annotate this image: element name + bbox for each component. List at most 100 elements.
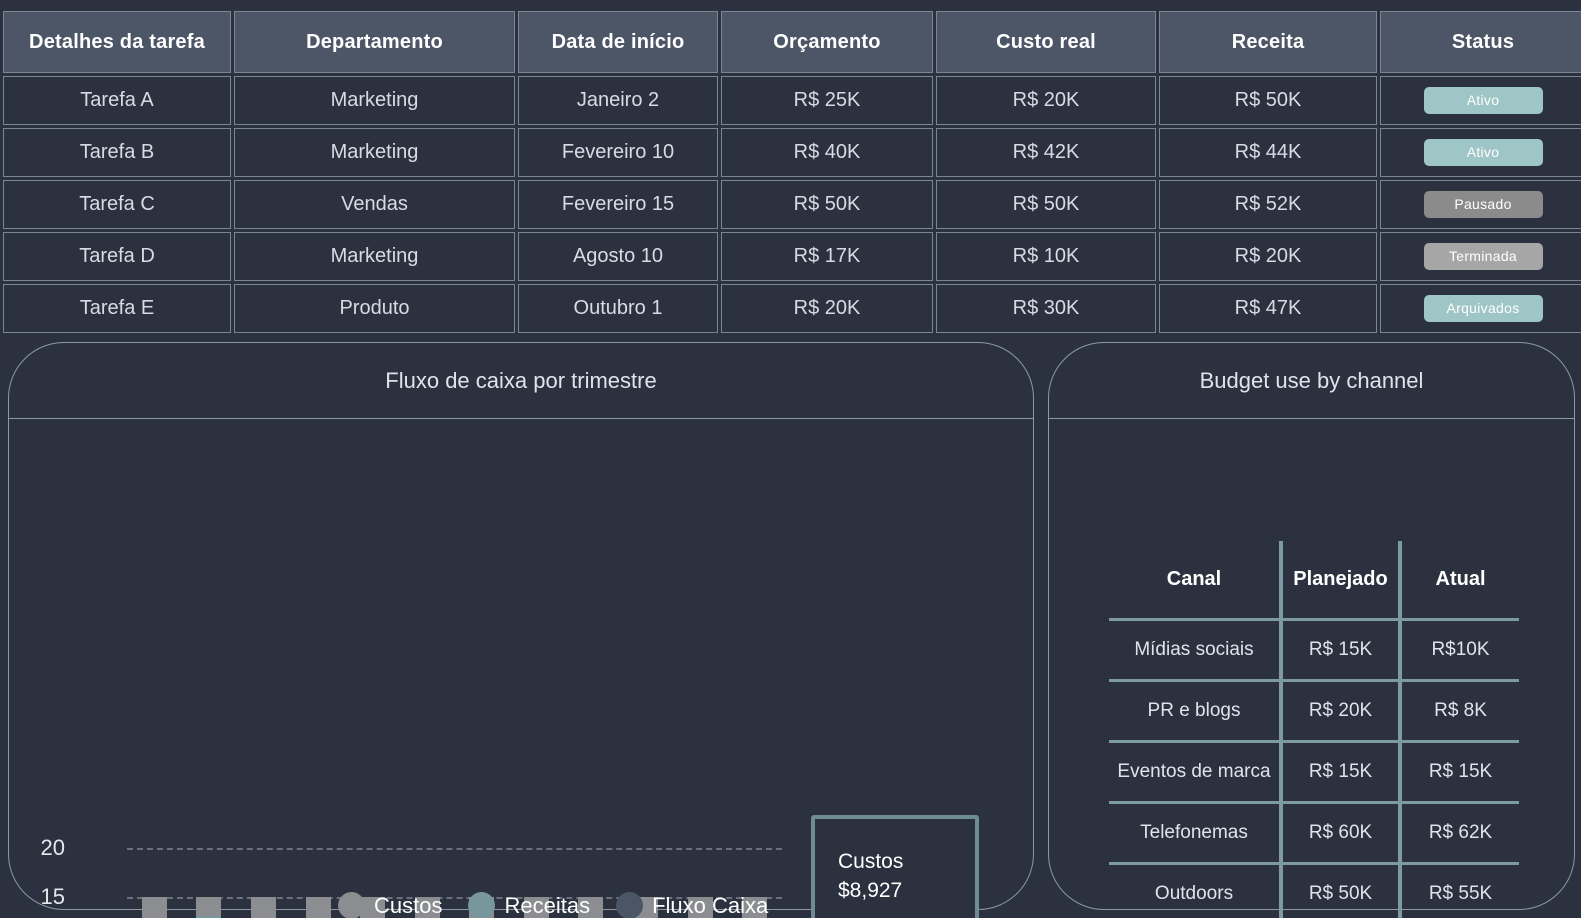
cell-start-date: Outubro 1 bbox=[518, 284, 718, 333]
budget-table: Canal Planejado Atual Mídias sociais R$ 1… bbox=[1109, 541, 1519, 918]
cell-revenue: R$ 44K bbox=[1159, 128, 1377, 177]
stat-box[interactable]: Custos $8,927 bbox=[811, 815, 979, 918]
table-row[interactable]: Tarefa A Marketing Janeiro 2 R$ 25K R$ 20K R$… bbox=[3, 76, 1581, 125]
task-header-departamento[interactable]: Departamento bbox=[234, 11, 515, 73]
cell-status: Terminada bbox=[1380, 232, 1581, 281]
budget-cell-actual: R$ 55K bbox=[1398, 863, 1519, 918]
budget-row[interactable]: Outdoors R$ 50K R$ 55K bbox=[1109, 863, 1519, 918]
y-axis-tick: 15 bbox=[40, 884, 65, 909]
chart-bar[interactable] bbox=[250, 897, 276, 918]
task-header-data-inicio[interactable]: Data de início bbox=[518, 11, 718, 73]
status-badge[interactable]: Ativo bbox=[1423, 87, 1543, 114]
status-badge[interactable]: Terminada bbox=[1423, 243, 1543, 270]
cell-status: Ativo bbox=[1380, 76, 1581, 125]
budget-cell-actual: R$ 8K bbox=[1398, 680, 1519, 743]
cell-department: Produto bbox=[234, 284, 515, 333]
cell-revenue: R$ 50K bbox=[1159, 76, 1377, 125]
budget-panel-title: Budget use by channel bbox=[1049, 343, 1574, 419]
task-table: Detalhes da tarefa Departamento Data de … bbox=[0, 8, 1581, 336]
budget-row[interactable]: Telefonemas R$ 60K R$ 62K bbox=[1109, 802, 1519, 865]
cell-department: Marketing bbox=[234, 128, 515, 177]
cash-flow-panel-title: Fluxo de caixa por trimestre bbox=[9, 343, 1033, 419]
legend-swatch-icon bbox=[468, 892, 496, 918]
cell-department: Marketing bbox=[234, 76, 515, 125]
cell-status: Pausado bbox=[1380, 180, 1581, 229]
cell-task: Tarefa A bbox=[3, 76, 231, 125]
table-row[interactable]: Tarefa D Marketing Agosto 10 R$ 17K R$ 10K R$… bbox=[3, 232, 1581, 281]
budget-cell-channel: Eventos de marca bbox=[1109, 741, 1281, 804]
bar-segment-costs-top bbox=[305, 897, 331, 918]
bar-segment-costs-top bbox=[196, 897, 222, 917]
cell-start-date: Fevereiro 15 bbox=[518, 180, 718, 229]
cell-start-date: Agosto 10 bbox=[518, 232, 718, 281]
cell-revenue: R$ 47K bbox=[1159, 284, 1377, 333]
task-header-orcamento[interactable]: Orçamento bbox=[721, 11, 933, 73]
budget-cell-planned: R$ 15K bbox=[1279, 741, 1400, 804]
status-badge[interactable]: Ativo bbox=[1423, 139, 1543, 166]
budget-cell-actual: R$10K bbox=[1398, 619, 1519, 682]
cell-department: Marketing bbox=[234, 232, 515, 281]
y-axis-tick: 20 bbox=[40, 835, 65, 861]
cell-budget: R$ 50K bbox=[721, 180, 933, 229]
chart-bar[interactable] bbox=[141, 897, 167, 918]
cell-task: Tarefa D bbox=[3, 232, 231, 281]
cell-task: Tarefa C bbox=[3, 180, 231, 229]
chart-legend: Custos Receitas Fluxo Caixa bbox=[338, 892, 794, 918]
stat-label: Custos bbox=[838, 850, 904, 873]
cell-status: Ativo bbox=[1380, 128, 1581, 177]
cell-actual-cost: R$ 10K bbox=[936, 232, 1156, 281]
cash-flow-panel-body: 20151050-5-10-15-20 FY1-Q3FY1-Q4FY2-Q1FY… bbox=[9, 419, 1033, 918]
legend-swatch-icon bbox=[616, 892, 644, 918]
chart-bar[interactable] bbox=[305, 897, 331, 918]
budget-header-row: Canal Planejado Atual bbox=[1109, 541, 1519, 621]
cell-task: Tarefa B bbox=[3, 128, 231, 177]
budget-panel-body: Canal Planejado Atual Mídias sociais R$ 1… bbox=[1049, 419, 1574, 918]
cell-start-date: Janeiro 2 bbox=[518, 76, 718, 125]
cell-start-date: Fevereiro 10 bbox=[518, 128, 718, 177]
chart-bar[interactable] bbox=[196, 897, 222, 918]
budget-cell-channel: Telefonemas bbox=[1109, 802, 1281, 865]
cell-budget: R$ 25K bbox=[721, 76, 933, 125]
budget-cell-planned: R$ 15K bbox=[1279, 619, 1400, 682]
cell-actual-cost: R$ 20K bbox=[936, 76, 1156, 125]
budget-header-planejado[interactable]: Planejado bbox=[1279, 541, 1400, 621]
budget-header-canal[interactable]: Canal bbox=[1109, 541, 1281, 621]
cash-flow-panel: Fluxo de caixa por trimestre 20151050-5-… bbox=[8, 342, 1034, 918]
budget-cell-planned: R$ 60K bbox=[1279, 802, 1400, 865]
legend-label: Custos bbox=[374, 892, 443, 918]
task-header-receita[interactable]: Receita bbox=[1159, 11, 1377, 73]
legend-item[interactable]: Custos bbox=[338, 892, 442, 918]
task-header-custo-real[interactable]: Custo real bbox=[936, 11, 1156, 73]
budget-row[interactable]: Mídias sociais R$ 15K R$10K bbox=[1109, 619, 1519, 682]
table-row[interactable]: Tarefa C Vendas Fevereiro 15 R$ 50K R$ 50K R$… bbox=[3, 180, 1581, 229]
cell-department: Vendas bbox=[234, 180, 515, 229]
budget-cell-actual: R$ 15K bbox=[1398, 741, 1519, 804]
budget-row[interactable]: Eventos de marca R$ 15K R$ 15K bbox=[1109, 741, 1519, 804]
chart-gridline bbox=[127, 848, 782, 851]
table-row[interactable]: Tarefa B Marketing Fevereiro 10 R$ 40K R$ 42… bbox=[3, 128, 1581, 177]
cell-actual-cost: R$ 30K bbox=[936, 284, 1156, 333]
cell-revenue: R$ 20K bbox=[1159, 232, 1377, 281]
cell-budget: R$ 17K bbox=[721, 232, 933, 281]
budget-cell-actual: R$ 62K bbox=[1398, 802, 1519, 865]
legend-item[interactable]: Receitas bbox=[468, 892, 590, 918]
task-header-status[interactable]: Status bbox=[1380, 11, 1581, 73]
legend-label: Receitas bbox=[504, 892, 591, 918]
legend-swatch-icon bbox=[338, 892, 365, 918]
budget-cell-planned: R$ 20K bbox=[1279, 680, 1400, 743]
cell-actual-cost: R$ 50K bbox=[936, 180, 1156, 229]
budget-cell-channel: PR e blogs bbox=[1109, 680, 1281, 743]
table-row[interactable]: Tarefa E Produto Outubro 1 R$ 20K R$ 30K R$ 4… bbox=[3, 284, 1581, 333]
budget-row[interactable]: PR e blogs R$ 20K R$ 8K bbox=[1109, 680, 1519, 743]
budget-cell-channel: Outdoors bbox=[1154, 883, 1234, 905]
task-table-header-row: Detalhes da tarefa Departamento Data de … bbox=[3, 11, 1581, 73]
task-header-detalhes[interactable]: Detalhes da tarefa bbox=[3, 11, 231, 73]
legend-item[interactable]: Fluxo Caixa bbox=[616, 892, 768, 918]
budget-cell-channel: Mídias sociais bbox=[1109, 619, 1281, 682]
budget-panel: Budget use by channel Canal Planejado At… bbox=[1048, 342, 1575, 918]
status-badge[interactable]: Pausado bbox=[1423, 191, 1543, 218]
cell-revenue: R$ 52K bbox=[1159, 180, 1377, 229]
status-badge[interactable]: Arquivados bbox=[1423, 295, 1543, 322]
budget-cell-planned: R$ 50K bbox=[1279, 863, 1400, 918]
budget-header-atual[interactable]: Atual bbox=[1398, 541, 1519, 621]
